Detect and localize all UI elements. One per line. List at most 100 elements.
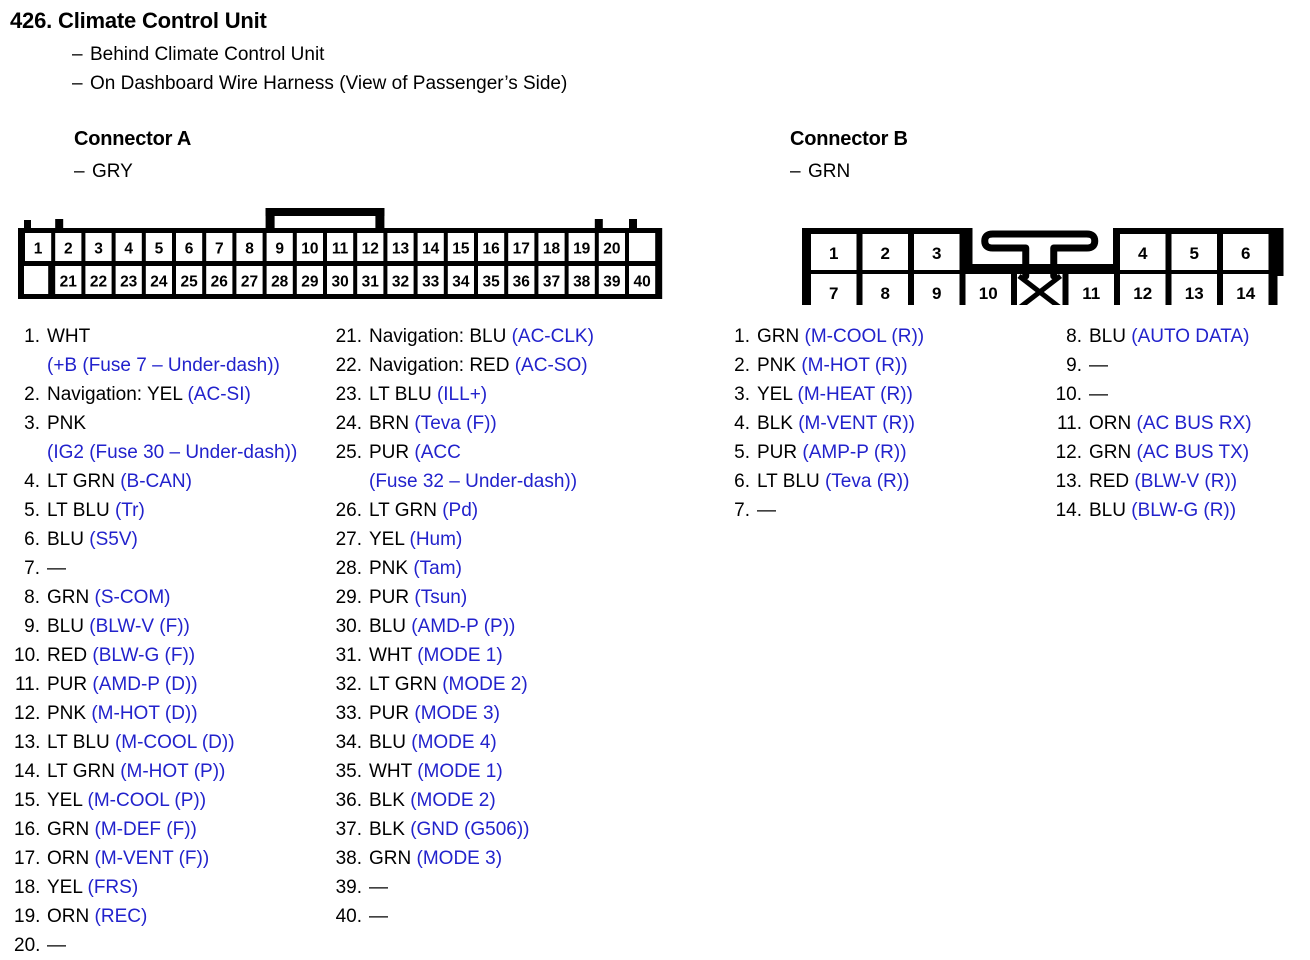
pin-wire-color: BLU <box>47 616 84 637</box>
connector-a-notch-3 <box>594 219 603 229</box>
pin-number: 29. <box>335 587 362 608</box>
pin-description: Navigation: BLU (AC-CLK) <box>369 322 594 351</box>
pin-cell-number: 22 <box>90 274 107 291</box>
pin-signal-name: (AC-SI) <box>187 384 251 405</box>
page-title-number: 426. <box>10 8 53 33</box>
pin-row: 33. PUR (MODE 3) <box>332 699 594 728</box>
pin-row: 22. Navigation: RED (AC-SO) <box>332 351 594 380</box>
pin-row: 27. YEL (Hum) <box>332 525 594 554</box>
pin-description: — <box>369 873 388 902</box>
pin-signal-name: (B-CAN) <box>120 471 192 492</box>
pin-number: 3. <box>734 384 750 405</box>
pin-row: 21. Navigation: BLU (AC-CLK) <box>332 322 594 351</box>
pin-cell-number: 9 <box>932 284 941 303</box>
pin-signal-name: (M-DEF (F)) <box>94 819 197 840</box>
pin-signal-name: (Teva (F)) <box>414 413 497 434</box>
pin-wire-color: PNK <box>757 355 797 376</box>
pin-cell-number: 34 <box>452 274 470 291</box>
connector-b-color-label: GRN <box>808 161 851 182</box>
pin-wire-color: LT BLU <box>47 500 110 521</box>
pin-number: 34. <box>335 732 362 753</box>
pin-cell-number: 35 <box>482 274 500 291</box>
pin-number: 16. <box>14 819 41 840</box>
connector-a-notch-4 <box>629 219 637 229</box>
pin-cell-number: 5 <box>1190 244 1199 263</box>
pin-signal-name: (M-HOT (R)) <box>801 355 908 376</box>
pin-row: 1. WHT (+B (Fuse 7 – Under-dash)) <box>14 322 297 380</box>
pin-wire-color: Navigation: BLU <box>369 326 507 347</box>
pin-wire-color: ORN <box>47 906 90 927</box>
pin-row: 4. LT GRN (B-CAN) <box>14 467 297 496</box>
pin-cell-number: 8 <box>245 241 254 258</box>
pin-row: 6. LT BLU (Teva (R)) <box>728 467 924 496</box>
pin-row: 26. LT GRN (Pd) <box>332 496 594 525</box>
pin-cell-number: 3 <box>94 241 103 258</box>
pin-description: YEL (Hum) <box>369 525 462 554</box>
pin-description: BLK (M-VENT (R)) <box>757 409 915 438</box>
pin-cell-number: 20 <box>603 241 620 258</box>
pin-wire-color: BLK <box>369 819 405 840</box>
pin-number: 6. <box>24 529 40 550</box>
pin-description: Navigation: RED (AC-SO) <box>369 351 588 380</box>
pin-wire-color: ORN <box>1089 413 1132 434</box>
pin-number: 7. <box>734 500 750 521</box>
pin-row: 14. BLU (BLW-G (R)) <box>1052 496 1252 525</box>
pin-row: 28. PNK (Tam) <box>332 554 594 583</box>
pin-cell-number: 4 <box>1138 244 1148 263</box>
pin-cell-number: 8 <box>881 284 890 303</box>
connector-b-heading: Connector B <box>790 128 908 150</box>
pin-cell-number: 28 <box>271 274 289 291</box>
pin-wire-color: BLU <box>369 616 406 637</box>
pin-number: 1. <box>24 326 40 347</box>
pin-description: RED (BLW-G (F)) <box>47 641 195 670</box>
pin-wire-color: LT BLU <box>369 384 432 405</box>
pin-cell-number: 39 <box>603 274 621 291</box>
pin-description: YEL (M-COOL (P)) <box>47 786 206 815</box>
pin-signal-name-continued: (+B (Fuse 7 – Under-dash)) <box>47 355 280 376</box>
pin-wire-color: RED <box>1089 471 1130 492</box>
pin-cell-number: 36 <box>513 274 531 291</box>
pin-row: 6. BLU (S5V) <box>14 525 297 554</box>
pin-signal-name-continued: (IG2 (Fuse 30 – Under-dash)) <box>47 442 298 463</box>
pin-signal-name: (M-HEAT (R)) <box>797 384 913 405</box>
pin-cell-number: 15 <box>452 241 470 258</box>
pin-number: 9. <box>24 616 40 637</box>
pin-wire-color: LT GRN <box>47 761 115 782</box>
pin-wire-color: LT GRN <box>369 500 437 521</box>
pin-wire-color: PUR <box>47 674 88 695</box>
pin-wire-color: GRN <box>47 819 90 840</box>
pin-row: 3. YEL (M-HEAT (R)) <box>728 380 924 409</box>
pin-row: 1. GRN (M-COOL (R)) <box>728 322 924 351</box>
pin-cell-number: 11 <box>332 241 349 258</box>
pin-description: — <box>757 496 776 525</box>
pin-row: 11. PUR (AMD-P (D)) <box>14 670 297 699</box>
pin-number: 2. <box>734 355 750 376</box>
pin-cell-number: 6 <box>1241 244 1250 263</box>
pin-description: PUR (AMP-P (R)) <box>757 438 907 467</box>
pin-number: 10. <box>1055 384 1082 405</box>
location-note-1: – Behind Climate Control Unit <box>72 44 324 66</box>
pin-cell-number: 33 <box>422 274 440 291</box>
pin-description: PUR (Tsun) <box>369 583 467 612</box>
pin-wire-color: — <box>757 500 776 521</box>
pin-cell-number: 4 <box>124 241 133 258</box>
pin-description: — <box>1089 351 1108 380</box>
pin-cell-number: 26 <box>211 274 229 291</box>
pin-description: ORN (M-VENT (F)) <box>47 844 209 873</box>
connector-a-heading: Connector A <box>74 128 192 150</box>
pin-number: 31. <box>335 645 362 666</box>
pin-row: 12. GRN (AC BUS TX) <box>1052 438 1252 467</box>
pin-row: 36. BLK (MODE 2) <box>332 786 594 815</box>
pin-signal-name: (AUTO DATA) <box>1131 326 1250 347</box>
pin-row: 3. PNK (IG2 (Fuse 30 – Under-dash)) <box>14 409 297 467</box>
pin-cell-number: 23 <box>120 274 138 291</box>
pin-cell-number: 6 <box>185 241 194 258</box>
pin-description: GRN (M-COOL (R)) <box>757 322 924 351</box>
pin-description: BLU (BLW-V (F)) <box>47 612 190 641</box>
pin-signal-name: (AC BUS TX) <box>1136 442 1250 463</box>
connector-b-color-note: – GRN <box>790 161 850 183</box>
pin-signal-name: (AMD-P (D)) <box>92 674 198 695</box>
pin-description: PUR (MODE 3) <box>369 699 500 728</box>
pin-cell-number: 40 <box>633 274 650 291</box>
dash-bullet-icon: – <box>74 161 85 182</box>
